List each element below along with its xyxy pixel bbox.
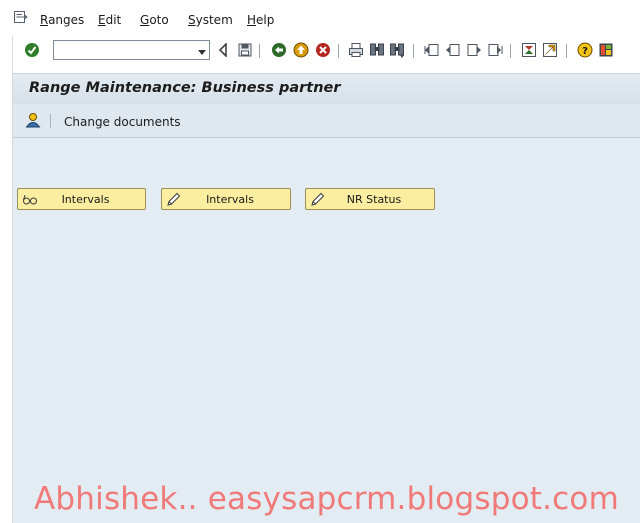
back-icon[interactable] (214, 41, 232, 59)
application-toolbar: Change documents (13, 104, 640, 138)
find-next-icon[interactable] (388, 41, 406, 59)
back-green-icon[interactable] (270, 41, 288, 59)
layout-icon[interactable] (597, 41, 615, 59)
intervals-display-button[interactable]: Intervals (17, 188, 146, 210)
command-field[interactable] (53, 40, 210, 60)
save-icon[interactable] (236, 41, 254, 59)
help-icon[interactable]: ? (576, 41, 594, 59)
change-documents-icon[interactable] (25, 112, 41, 128)
toolbar-separator (259, 44, 260, 58)
create-session-icon[interactable] (520, 41, 538, 59)
exit-yellow-icon[interactable] (292, 41, 310, 59)
toolbar-separator (338, 44, 339, 58)
find-icon[interactable] (368, 41, 386, 59)
toolbar-separator (413, 44, 414, 58)
menu-edit[interactable]: Edit (98, 13, 121, 27)
enter-checkmark-icon[interactable] (23, 41, 41, 59)
toolbar-separator (50, 114, 51, 128)
shortcut-icon[interactable] (541, 41, 559, 59)
toolbar-separator (566, 44, 567, 58)
svg-text:?: ? (582, 46, 588, 57)
menu-ranges[interactable]: Ranges (40, 13, 84, 27)
system-toolbar: ? (13, 36, 640, 66)
title-bar: Range Maintenance: Business partner (13, 73, 640, 104)
cancel-red-icon[interactable] (314, 41, 332, 59)
page-title: Range Maintenance: Business partner (29, 80, 341, 96)
change-documents-button[interactable]: Change documents (64, 115, 181, 129)
first-page-icon[interactable] (423, 41, 441, 59)
menu-bar: Ranges Edit Goto System Help (0, 0, 640, 36)
watermark-text: Abhishek.. easysapcrm.blogspot.com (34, 481, 619, 517)
toolbar-separator (510, 44, 511, 58)
menu-help[interactable]: Help (247, 13, 274, 27)
work-area: Intervals Intervals NR Status (13, 138, 640, 523)
menu-goto[interactable]: Goto (140, 13, 169, 27)
chevron-down-icon[interactable] (197, 46, 207, 55)
nr-status-button[interactable]: NR Status (305, 188, 435, 210)
print-icon[interactable] (347, 41, 365, 59)
intervals-change-button[interactable]: Intervals (161, 188, 291, 210)
previous-page-icon[interactable] (444, 41, 462, 59)
system-menu-icon[interactable] (14, 11, 28, 23)
next-page-icon[interactable] (465, 41, 483, 59)
last-page-icon[interactable] (486, 41, 504, 59)
command-input[interactable] (54, 41, 194, 59)
menu-system[interactable]: System (188, 13, 233, 27)
